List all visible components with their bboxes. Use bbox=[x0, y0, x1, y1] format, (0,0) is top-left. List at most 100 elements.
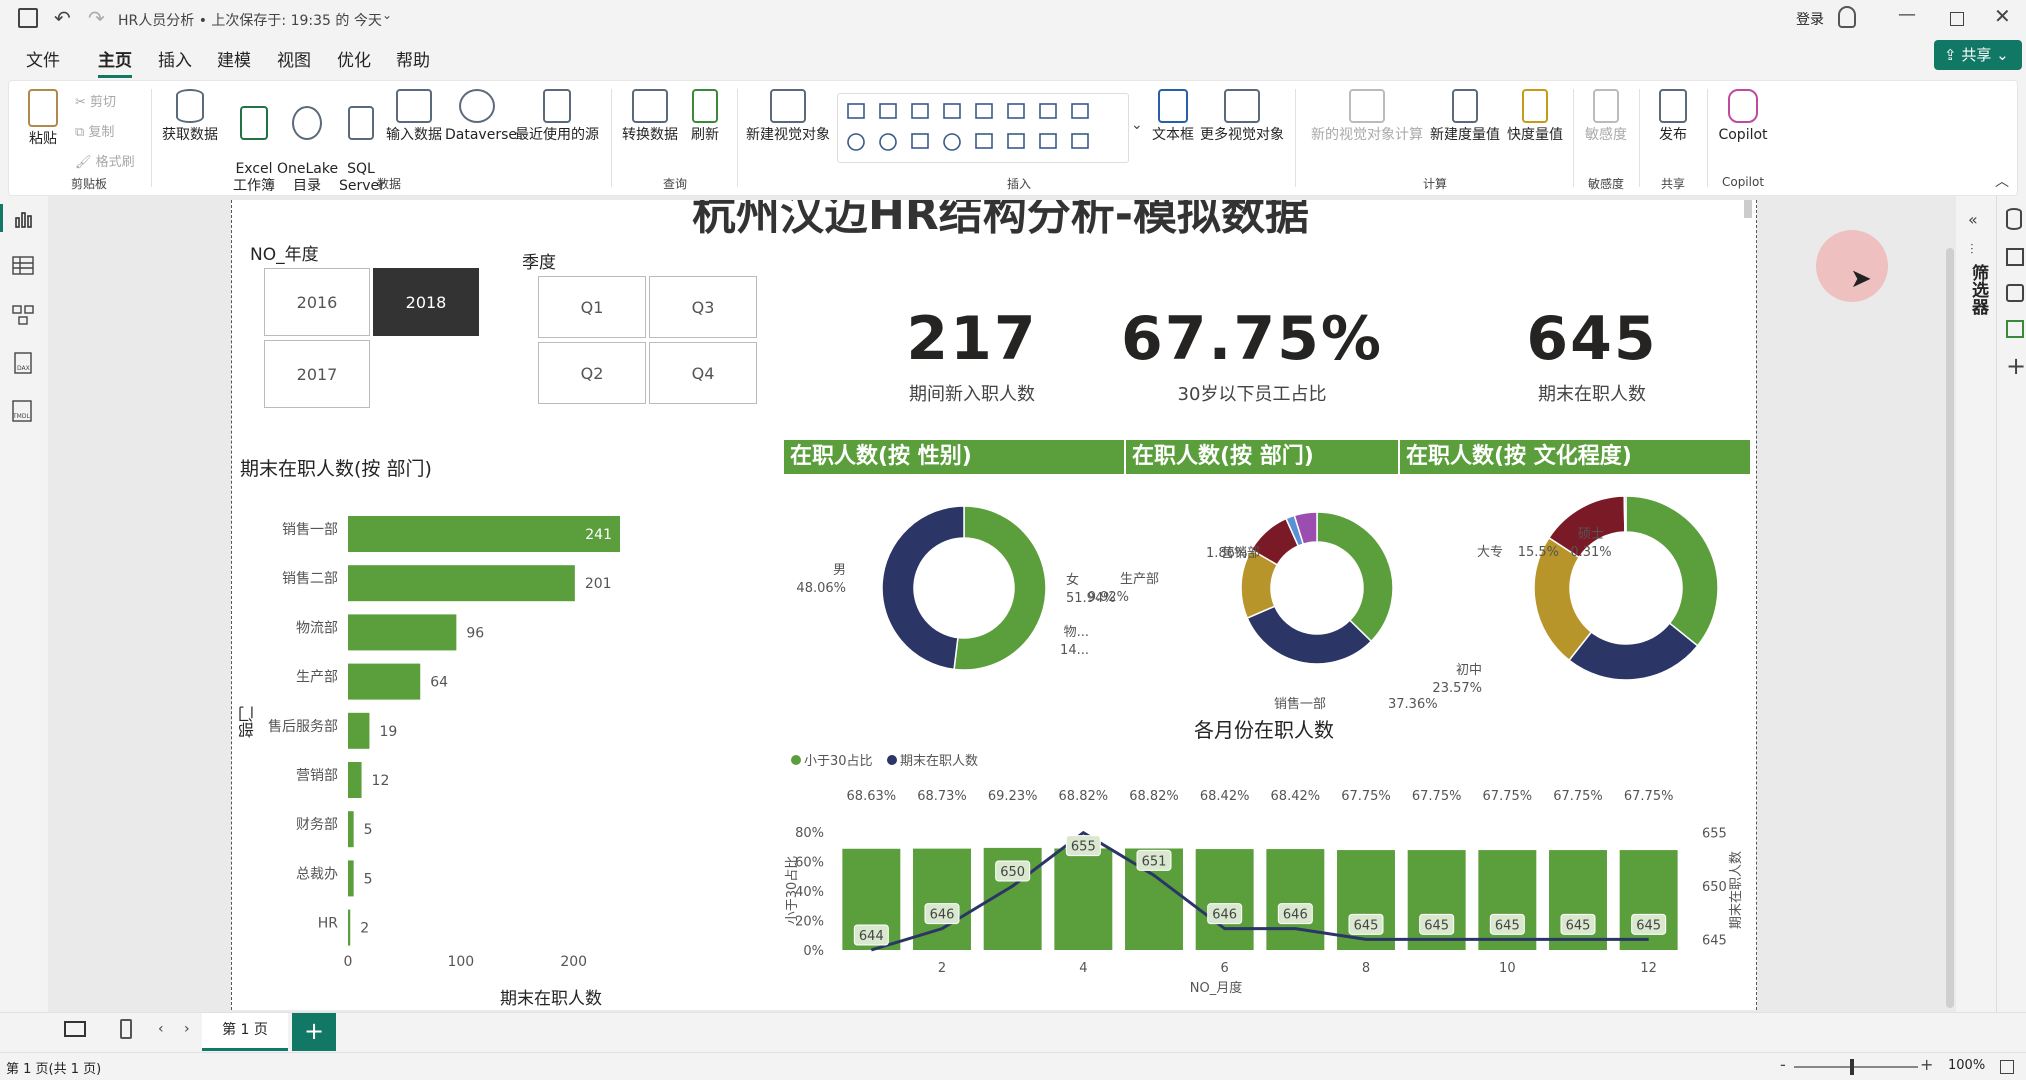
cut-button[interactable]: ✂ 剪切 bbox=[75, 91, 116, 110]
monthly-bar-data-label: 67.75% bbox=[1341, 789, 1391, 804]
mouse-cursor-icon: ➤ bbox=[1850, 264, 1872, 294]
dataverse-button[interactable]: Dataverse bbox=[445, 89, 517, 144]
group-label-share: 共享 bbox=[1660, 177, 1685, 191]
dept-bar-category-label: HR bbox=[318, 916, 339, 932]
zoom-out-icon[interactable]: - bbox=[1780, 1055, 1786, 1074]
share-button[interactable]: ⇪ 共享 ⌄ bbox=[1934, 40, 2022, 70]
dept-bar-x-tick: 200 bbox=[560, 954, 587, 970]
undo-icon[interactable]: ↶ bbox=[54, 6, 71, 30]
gallery-expand-icon[interactable]: ⌄ bbox=[1131, 117, 1143, 133]
chevron-down-icon[interactable]: ⌄ bbox=[382, 8, 392, 22]
publish-button[interactable]: 发布 bbox=[1643, 89, 1703, 144]
menu-help[interactable]: 帮助 bbox=[396, 46, 430, 71]
onelake-button[interactable]: OneLake 目录 bbox=[277, 89, 338, 195]
dept-bar-data-label: 19 bbox=[379, 724, 397, 740]
group-label-clipboard: 剪贴板 bbox=[70, 177, 107, 191]
add-page-button[interactable]: + bbox=[292, 1013, 336, 1051]
share-label: 共享 bbox=[1961, 46, 1992, 64]
filter-pane-label[interactable]: 筛选器 bbox=[1966, 264, 1991, 315]
zoom-slider-thumb[interactable] bbox=[1850, 1059, 1854, 1075]
redo-icon[interactable]: ↷ bbox=[88, 6, 105, 30]
collapse-ribbon-icon[interactable]: ︿ bbox=[1995, 171, 2009, 191]
ribbon-separator bbox=[1639, 89, 1640, 187]
monthly-line-data-label: 645 bbox=[1566, 918, 1591, 933]
analytics-icon[interactable] bbox=[2006, 320, 2024, 338]
restore-icon[interactable] bbox=[1950, 12, 1964, 26]
report-view-icon[interactable] bbox=[14, 210, 34, 228]
tmdl-view-icon[interactable]: TMDL bbox=[10, 400, 36, 424]
zoom-in-icon[interactable]: + bbox=[1920, 1055, 1933, 1074]
input-data-button[interactable]: 输入数据 bbox=[383, 89, 445, 144]
slicer-year-2017[interactable]: 2017 bbox=[264, 340, 370, 408]
menu-home[interactable]: 主页 bbox=[98, 46, 132, 78]
add-pane-icon[interactable]: + bbox=[2006, 352, 2026, 380]
recent-sources-button[interactable]: 最近使用的源 bbox=[509, 89, 605, 144]
monthly-bar bbox=[1054, 848, 1113, 950]
new-visual-button[interactable]: 新建视觉对象 bbox=[743, 89, 833, 144]
slicer-quarter-q2[interactable]: Q2 bbox=[538, 342, 646, 404]
collapse-filters-icon[interactable]: « bbox=[1968, 210, 1978, 229]
menu-optimize[interactable]: 优化 bbox=[337, 46, 371, 71]
filter-icon[interactable]: ⫶ bbox=[1970, 242, 1974, 258]
dept-bar-category-label: 销售一部 bbox=[282, 522, 338, 538]
monthly-line-data-label: 651 bbox=[1142, 854, 1167, 869]
slicer-quarter-q3[interactable]: Q3 bbox=[649, 276, 757, 338]
page-tab-1[interactable]: 第 1 页 bbox=[202, 1013, 288, 1051]
donut-percent-label: 48.06% bbox=[796, 581, 846, 596]
zoom-level[interactable]: 100% bbox=[1948, 1058, 1985, 1073]
model-view-icon[interactable] bbox=[12, 304, 34, 326]
prev-page-icon[interactable]: ‹ bbox=[158, 1021, 164, 1037]
menu-modeling[interactable]: 建模 bbox=[217, 46, 251, 71]
sensitivity-button[interactable]: 敏感度 bbox=[1577, 89, 1635, 144]
donut-slice bbox=[953, 505, 1047, 671]
vertical-scrollbar[interactable] bbox=[1946, 248, 1954, 1008]
monthly-line-data-label: 646 bbox=[1283, 908, 1308, 923]
data-pane-icon[interactable] bbox=[2006, 208, 2022, 230]
table-view-icon[interactable] bbox=[12, 256, 34, 276]
new-measure-button[interactable]: 新建度量值 bbox=[1427, 89, 1503, 144]
menu-insert[interactable]: 插入 bbox=[158, 46, 192, 71]
slicer-year-2016[interactable]: 2016 bbox=[264, 268, 370, 336]
format-painter-button[interactable]: 🖌 格式刷 bbox=[75, 151, 135, 170]
next-page-icon[interactable]: › bbox=[184, 1021, 190, 1037]
slicer-quarter-q1[interactable]: Q1 bbox=[538, 276, 646, 338]
minimize-icon[interactable]: — bbox=[1898, 4, 1916, 25]
quick-measure-button[interactable]: 快度量值 bbox=[1503, 89, 1567, 144]
format-visual-icon[interactable] bbox=[2006, 284, 2024, 302]
menu-file[interactable]: 文件 bbox=[26, 46, 60, 71]
excel-button[interactable]: Excel 工作簿 bbox=[227, 89, 281, 195]
refresh-button[interactable]: 刷新 bbox=[685, 89, 725, 144]
donut-percent-label: 0.31% bbox=[1570, 545, 1611, 560]
donut-percent-label: 14... bbox=[1060, 643, 1089, 658]
menu-view[interactable]: 视图 bbox=[277, 46, 311, 71]
close-icon[interactable]: ✕ bbox=[1994, 4, 2011, 28]
ribbon: 粘贴 ✂ 剪切 ⧉ 复制 🖌 格式刷 剪贴板 获取数据 Excel 工作簿 On… bbox=[8, 80, 2018, 196]
build-visual-icon[interactable] bbox=[2006, 248, 2024, 266]
user-icon[interactable] bbox=[1838, 6, 1856, 28]
dax-query-view-icon[interactable]: DAX bbox=[12, 352, 34, 376]
login-link[interactable]: 登录 bbox=[1796, 9, 1824, 29]
slicer-year-2018[interactable]: 2018 bbox=[373, 268, 479, 336]
monthly-y-axis-label: 小于30占比 bbox=[785, 856, 800, 925]
transform-data-button[interactable]: 转换数据 bbox=[615, 89, 685, 144]
fit-page-icon[interactable] bbox=[2000, 1060, 2014, 1074]
textbox-button[interactable]: 文本框 bbox=[1149, 89, 1197, 144]
paste-button[interactable]: 粘贴 bbox=[23, 89, 63, 148]
desktop-layout-icon[interactable] bbox=[64, 1021, 86, 1037]
zoom-slider[interactable] bbox=[1794, 1066, 1918, 1068]
new-visual-calc-button[interactable]: 新的视觉对象计算 bbox=[1299, 89, 1435, 144]
visual-gallery[interactable] bbox=[837, 93, 1129, 163]
slicer-quarter-q4[interactable]: Q4 bbox=[649, 342, 757, 404]
quick-measure-label: 快度量值 bbox=[1507, 127, 1563, 143]
save-icon[interactable] bbox=[18, 8, 38, 28]
monthly-bar bbox=[1619, 850, 1678, 950]
copilot-button[interactable]: Copilot bbox=[1711, 89, 1775, 144]
monthly-chart-title: 各月份在职人数 bbox=[1194, 718, 1334, 742]
group-label-copilot: Copilot bbox=[1721, 175, 1765, 189]
report-scrollbar[interactable] bbox=[1744, 200, 1752, 218]
get-data-button[interactable]: 获取数据 bbox=[159, 89, 221, 144]
copy-button[interactable]: ⧉ 复制 bbox=[75, 121, 114, 140]
more-visuals-button[interactable]: 更多视觉对象 bbox=[1197, 89, 1287, 144]
mobile-layout-icon[interactable] bbox=[120, 1019, 132, 1039]
dept-bar-data-label: 2 bbox=[360, 921, 369, 937]
